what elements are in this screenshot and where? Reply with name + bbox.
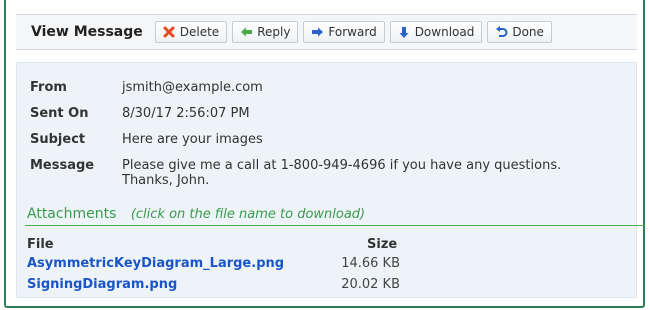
forward-arrow-icon xyxy=(310,25,324,39)
message-label: Message xyxy=(30,158,95,173)
size-column-header: Size xyxy=(367,237,398,252)
attachment-row: SigningDiagram.png xyxy=(27,277,177,292)
reply-arrow-icon xyxy=(239,25,253,39)
file-column-header: File xyxy=(27,237,54,252)
download-button-label: Download xyxy=(414,25,475,39)
attachments-hint: (click on the file name to download) xyxy=(130,207,366,222)
toolbar-title: View Message xyxy=(31,24,143,40)
delete-button[interactable]: Delete xyxy=(154,21,228,43)
forward-button[interactable]: Forward xyxy=(303,21,385,43)
subject-label: Subject xyxy=(30,132,86,147)
subject-value: Here are your images xyxy=(122,132,263,147)
reply-button[interactable]: Reply xyxy=(232,21,299,43)
download-button[interactable]: Download xyxy=(389,21,483,43)
undo-arrow-icon xyxy=(494,25,508,39)
attachment-link[interactable]: SigningDiagram.png xyxy=(27,277,177,292)
download-arrow-icon xyxy=(397,25,411,39)
sent-on-value: 8/30/17 2:56:07 PM xyxy=(122,106,250,121)
attachments-divider xyxy=(25,225,645,226)
attachments-heading: Attachments (click on the file name to d… xyxy=(27,206,365,222)
delete-button-label: Delete xyxy=(179,25,220,39)
attachment-size: 20.02 KB xyxy=(341,277,400,292)
window-frame: View Message Delete Reply Forward Downlo… xyxy=(4,0,645,308)
message-line-1: Please give me a call at 1-800-949-4696 … xyxy=(122,158,562,173)
message-panel: From jsmith@example.com Sent On 8/30/17 … xyxy=(16,62,645,298)
done-button-label: Done xyxy=(512,25,544,39)
sent-on-label: Sent On xyxy=(30,106,89,121)
toolbar: View Message Delete Reply Forward Downlo… xyxy=(16,14,637,50)
forward-button-label: Forward xyxy=(328,25,377,39)
done-button[interactable]: Done xyxy=(487,21,552,43)
from-value: jsmith@example.com xyxy=(122,80,263,95)
attachment-size: 14.66 KB xyxy=(341,256,400,271)
x-icon xyxy=(162,25,176,39)
from-label: From xyxy=(30,80,67,95)
attachment-row: AsymmetricKeyDiagram_Large.png xyxy=(27,256,284,271)
message-body: Please give me a call at 1-800-949-4696 … xyxy=(122,158,561,188)
message-line-2: Thanks, John. xyxy=(122,173,210,188)
reply-button-label: Reply xyxy=(257,25,291,39)
attachment-link[interactable]: AsymmetricKeyDiagram_Large.png xyxy=(27,256,284,271)
attachments-title: Attachments xyxy=(27,206,117,222)
